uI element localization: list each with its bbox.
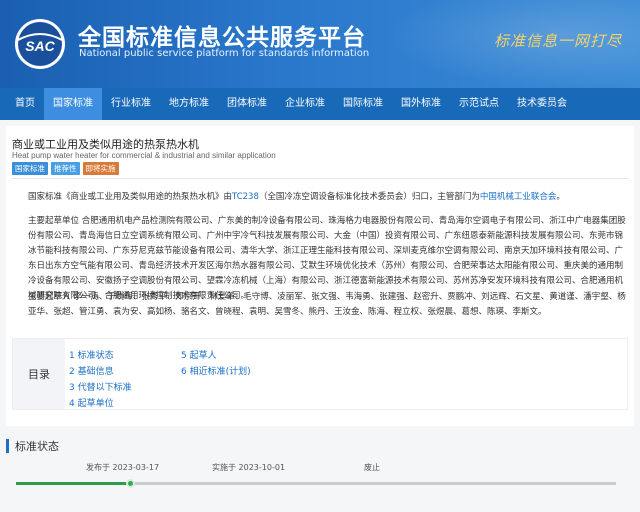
svg-text:SAC: SAC bbox=[25, 38, 55, 54]
nav-item-enterprise-standards[interactable]: 企业标准 bbox=[276, 88, 334, 120]
nav-item-international-standards[interactable]: 国际标准 bbox=[334, 88, 392, 120]
standard-title: 商业或工业用及类似用途的热泵热水机 bbox=[12, 138, 199, 151]
nav-item-national-standards[interactable]: 国家标准 bbox=[44, 88, 102, 120]
authority-link[interactable]: 中国机械工业联合会 bbox=[480, 192, 557, 202]
status-title: 标准状态 bbox=[15, 440, 59, 453]
badge-upcoming: 即将实施 bbox=[82, 162, 119, 175]
sac-logo[interactable]: SAC bbox=[14, 18, 66, 70]
table-of-contents: 目录 1 标准状态 2 基础信息 3 代替以下标准 4 起草单位 5 起草人 6… bbox=[12, 338, 628, 410]
badge-national: 国家标准 bbox=[12, 162, 48, 175]
implement-label: 实施于 2023-10-01 bbox=[212, 463, 286, 472]
site-slogan: 标准信息一网打尽 bbox=[493, 32, 622, 50]
nav-item-group-standards[interactable]: 团体标准 bbox=[218, 88, 276, 120]
published-label: 发布于 2023-03-17 bbox=[86, 463, 160, 472]
toc-link-basic-info[interactable]: 2 基础信息 bbox=[69, 364, 132, 380]
status-accent-bar bbox=[6, 439, 9, 453]
drafters-label: 主要起草人 bbox=[28, 292, 71, 302]
org-paragraph: 国家标准《商业或工业用及类似用途的热泵热水机》由TC238（全国冷冻空调设备标准… bbox=[28, 192, 565, 202]
toc-link-drafters[interactable]: 5 起草人 bbox=[181, 348, 251, 364]
tc-link[interactable]: TC238 bbox=[232, 192, 259, 202]
drafters-text: 李一涛、于晓晖、张秀平、郑宗开、林爱革、毛守博、凌丽军、张文强、韦海勇、张建强、… bbox=[28, 292, 626, 317]
toc-link-drafting-units[interactable]: 4 起草单位 bbox=[69, 396, 132, 412]
badge-recommended: 推荐性 bbox=[51, 162, 80, 175]
toc-column-2: 5 起草人 6 相近标准(计划) bbox=[181, 348, 251, 380]
toc-link-similar-standards[interactable]: 6 相近标准(计划) bbox=[181, 364, 251, 380]
abolished-label: 废止 bbox=[364, 463, 380, 472]
divider bbox=[12, 178, 628, 179]
nav-item-local-standards[interactable]: 地方标准 bbox=[160, 88, 218, 120]
site-title: 全国标准信息公共服务平台 bbox=[78, 25, 366, 51]
nav-item-industry-standards[interactable]: 行业标准 bbox=[102, 88, 160, 120]
timeline-current-marker bbox=[126, 479, 135, 488]
nav-item-pilot[interactable]: 示范试点 bbox=[450, 88, 508, 120]
toc-link-replaces[interactable]: 3 代替以下标准 bbox=[69, 380, 132, 396]
toc-column-1: 1 标准状态 2 基础信息 3 代替以下标准 4 起草单位 bbox=[69, 348, 132, 412]
standard-title-en: Heat pump water heater for commercial & … bbox=[12, 151, 276, 160]
timeline-progress-fill bbox=[16, 482, 130, 485]
status-section-header: 标准状态 bbox=[6, 438, 59, 454]
toc-label: 目录 bbox=[13, 339, 65, 409]
standard-badges: 国家标准 推荐性 即将实施 bbox=[12, 162, 119, 175]
status-timeline: 发布于 2023-03-17 实施于 2023-10-01 废止 bbox=[16, 462, 616, 502]
nav-item-home[interactable]: 首页 bbox=[6, 88, 44, 120]
nav-item-tech-committee[interactable]: 技术委员会 bbox=[508, 88, 576, 120]
site-subtitle: National public service platform for sta… bbox=[79, 48, 370, 59]
drafting-units-text: 合肥通用机电产品检测院有限公司、广东美的制冷设备有限公司、珠海格力电器股份有限公… bbox=[28, 216, 626, 301]
site-header: SAC 全国标准信息公共服务平台 National public service… bbox=[0, 0, 640, 88]
drafters-paragraph: 主要起草人 李一涛、于晓晖、张秀平、郑宗开、林爱革、毛守博、凌丽军、张文强、韦海… bbox=[28, 290, 628, 320]
nav-item-foreign-standards[interactable]: 国外标准 bbox=[392, 88, 450, 120]
drafting-units-label: 主要起草单位 bbox=[28, 216, 80, 226]
main-nav: 首页 国家标准 行业标准 地方标准 团体标准 企业标准 国际标准 国外标准 示范… bbox=[0, 88, 640, 120]
toc-link-status[interactable]: 1 标准状态 bbox=[69, 348, 132, 364]
